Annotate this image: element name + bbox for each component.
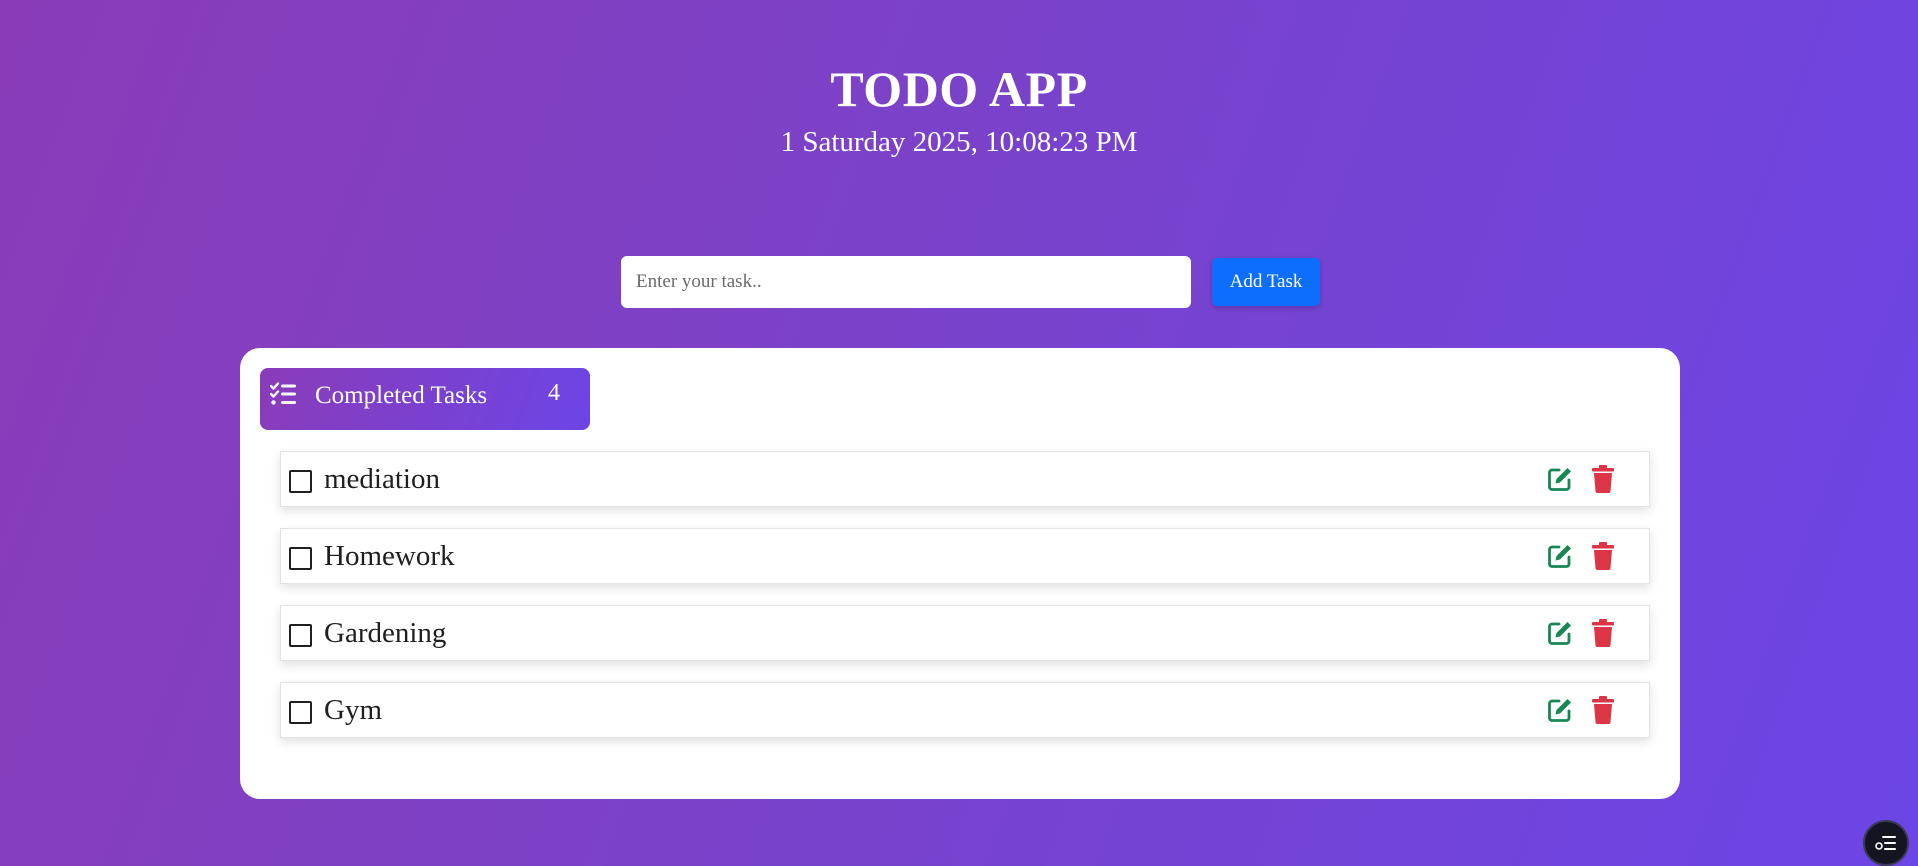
completed-tasks-count: 4	[548, 380, 560, 406]
trash-icon[interactable]	[1592, 542, 1614, 570]
task-text: Gym	[324, 694, 382, 726]
edit-icon[interactable]	[1547, 466, 1573, 492]
trash-icon[interactable]	[1592, 465, 1614, 493]
page-title: TODO APP	[830, 61, 1088, 117]
task-list: mediation Homework Gardening Gym	[280, 451, 1650, 759]
task-checkbox[interactable]	[289, 701, 312, 724]
app-header: TODO APP 1 Saturday 2025, 10:08:23 PM	[0, 60, 1918, 160]
task-item: Gym	[280, 682, 1650, 738]
add-task-button[interactable]: Add Task	[1212, 258, 1320, 306]
task-card: Completed Tasks 4 mediation Homework Gar…	[240, 348, 1680, 799]
trash-icon[interactable]	[1592, 619, 1614, 647]
edit-icon[interactable]	[1547, 697, 1573, 723]
list-check-icon	[270, 382, 296, 405]
task-item: mediation	[280, 451, 1650, 507]
add-task-form: Add Task	[621, 256, 1320, 308]
task-checkbox[interactable]	[289, 470, 312, 493]
completed-tasks-tab[interactable]: Completed Tasks 4	[260, 368, 590, 430]
task-checkbox[interactable]	[289, 547, 312, 570]
task-input[interactable]	[621, 256, 1191, 308]
edit-icon[interactable]	[1547, 620, 1573, 646]
task-checkbox[interactable]	[289, 624, 312, 647]
settings-list-icon	[1875, 836, 1896, 850]
current-datetime: 1 Saturday 2025, 10:08:23 PM	[780, 126, 1138, 158]
task-text: Homework	[324, 540, 455, 572]
edit-icon[interactable]	[1547, 543, 1573, 569]
task-text: mediation	[324, 463, 440, 495]
task-text: Gardening	[324, 617, 447, 649]
task-item: Homework	[280, 528, 1650, 584]
floating-settings-button[interactable]	[1863, 820, 1909, 866]
task-item: Gardening	[280, 605, 1650, 661]
trash-icon[interactable]	[1592, 696, 1614, 724]
completed-tasks-label: Completed Tasks	[315, 382, 488, 409]
